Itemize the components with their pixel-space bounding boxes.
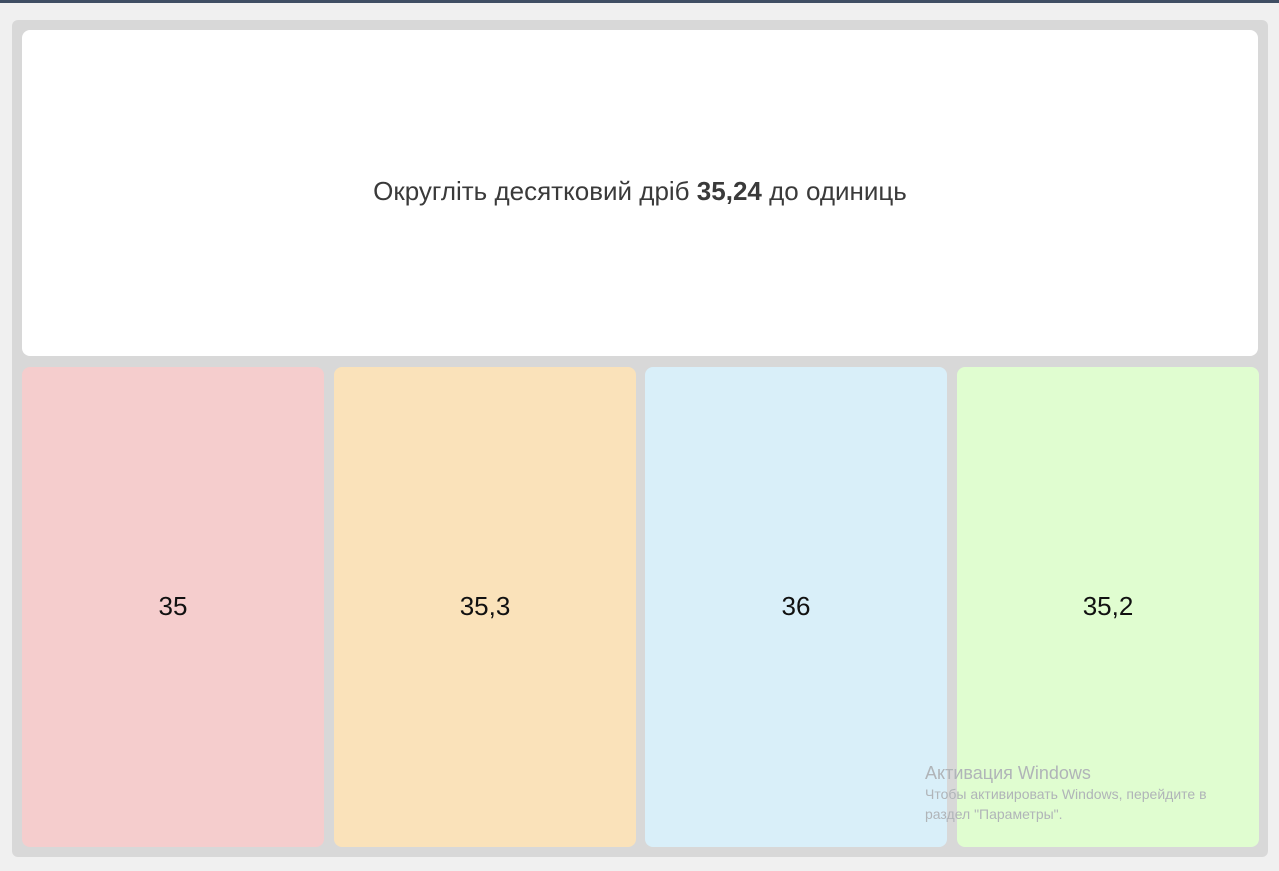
question-suffix: до одиниць xyxy=(761,175,907,206)
answer-option-2[interactable]: 35,3 xyxy=(334,367,636,847)
answer-option-1[interactable]: 35 xyxy=(22,367,324,847)
answer-option-label: 36 xyxy=(781,590,811,621)
answer-option-label: 35 xyxy=(158,590,188,621)
answer-option-label: 35,2 xyxy=(1082,590,1134,621)
answer-option-3[interactable]: 36 xyxy=(645,367,947,847)
quiz-frame: Округліть десятковий дріб 35,24 до одини… xyxy=(12,20,1268,857)
question-number: 35,24 xyxy=(696,175,762,206)
question-prefix: Округліть десятковий дріб xyxy=(373,175,697,206)
question-text: Округліть десятковий дріб 35,24 до одини… xyxy=(373,176,907,207)
question-card: Округліть десятковий дріб 35,24 до одини… xyxy=(22,30,1258,356)
top-bar xyxy=(0,0,1279,3)
answer-option-4[interactable]: 35,2 xyxy=(957,367,1259,847)
answer-options: 35 35,3 36 35,2 xyxy=(22,367,1259,847)
answer-option-label: 35,3 xyxy=(459,590,511,621)
